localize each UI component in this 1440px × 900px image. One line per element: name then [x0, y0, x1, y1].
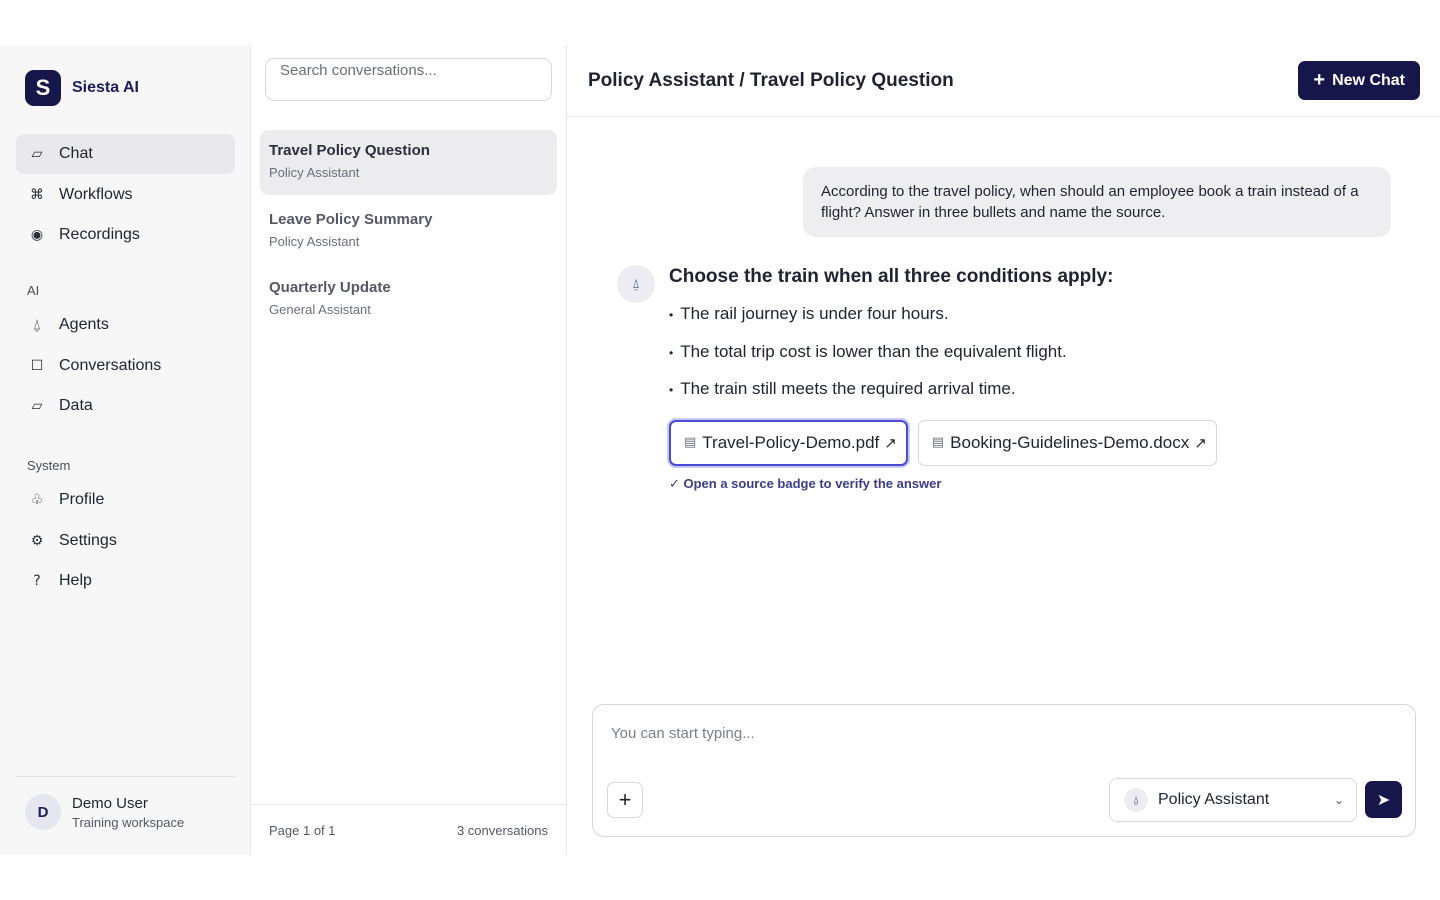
- sidebar-item-chat[interactable]: ▱ Chat: [16, 134, 235, 174]
- sidebar-item-agents[interactable]: ⍙ Agents: [16, 305, 235, 345]
- agent-icon: ⍙: [1124, 788, 1148, 812]
- sidebar-item-label: Workflows: [59, 185, 133, 203]
- sidebar-item-label: Data: [59, 397, 93, 414]
- verify-note: ✓ Open a source badge to verify the answ…: [669, 475, 942, 491]
- user-meta: Demo User Training workspace: [72, 795, 184, 830]
- sidebar-item-label: Conversations: [59, 356, 162, 374]
- workflow-icon: ⌘: [30, 186, 44, 203]
- attach-button[interactable]: +: [607, 782, 643, 818]
- source-badges: ▤ Travel-Policy-Demo.pdf ↗ ▤ Booking-Gui…: [669, 419, 1309, 466]
- data-icon: ▱: [31, 398, 43, 414]
- bullet-text: The total trip cost is lower than the eq…: [680, 341, 1067, 361]
- assistant-avatar-icon: ⍙: [617, 265, 655, 303]
- sidebar-item-label: Profile: [59, 491, 105, 508]
- conversation-agent: General Assistant: [269, 302, 371, 317]
- plus-icon: +: [1313, 69, 1326, 91]
- assistant-heading: Choose the train when all three conditio…: [669, 266, 1114, 287]
- sidebar-item-label: Recordings: [59, 226, 140, 243]
- list-item[interactable]: Travel Policy Question Policy Assistant: [260, 130, 557, 195]
- bullet-text: The rail journey is under four hours.: [680, 304, 949, 323]
- conversation-agent: Policy Assistant: [269, 233, 360, 249]
- section-label-system: System: [27, 458, 71, 473]
- user-workspace: Training workspace: [72, 814, 185, 830]
- new-chat-label: New Chat: [1332, 71, 1405, 89]
- help-icon: ?: [33, 573, 41, 589]
- sidebar-item-settings[interactable]: ⚙ Settings: [16, 521, 235, 561]
- sidebar-item-workflows[interactable]: ⌘ Workflows: [16, 175, 235, 215]
- source-name: Booking-Guidelines-Demo.docx: [950, 432, 1190, 452]
- source-name: Travel-Policy-Demo.pdf: [702, 432, 880, 452]
- bullet-icon: •: [669, 308, 674, 322]
- user-name: Demo User: [72, 794, 148, 812]
- app-window: S Siesta AI ▱ Chat ⌘ Workflows ◉ Recordi…: [0, 45, 1440, 855]
- sidebar-item-label: Chat: [59, 145, 93, 162]
- assistant-message: Choose the train when all three conditio…: [669, 266, 1309, 492]
- sidebar-item-label: Help: [59, 572, 92, 589]
- gear-icon: ⚙: [30, 532, 44, 549]
- nav-main: ▱ Chat ⌘ Workflows ◉ Recordings: [16, 134, 235, 256]
- brand-logo: S: [25, 70, 61, 106]
- page-title: Policy Assistant / Travel Policy Questio…: [588, 69, 954, 91]
- conversation-title: Quarterly Update: [269, 279, 391, 296]
- source-badge[interactable]: ▤ Booking-Guidelines-Demo.docx ↗: [917, 419, 1217, 466]
- bullet-icon: •: [669, 345, 674, 360]
- list-item[interactable]: Leave Policy Summary Policy Assistant: [260, 199, 557, 264]
- pagination-footer: Page 1 of 1 3 conversations: [251, 804, 566, 855]
- send-button[interactable]: ➤: [1365, 781, 1402, 818]
- chat-icon: ▱: [31, 146, 43, 162]
- conversation-count: 3 conversations: [456, 822, 548, 838]
- nav-ai: AI ⍙ Agents ☐ Conversations ▱ Data: [16, 283, 235, 427]
- page-indicator: Page 1 of 1: [269, 822, 336, 838]
- document-icon: ▤: [931, 435, 945, 450]
- sidebar-item-label: Agents: [59, 316, 109, 333]
- sidebar-divider: [16, 776, 235, 777]
- conversation-agent: Policy Assistant: [269, 165, 360, 180]
- external-link-icon: ↗: [884, 433, 897, 452]
- bullet-item: • The train still meets the required arri…: [669, 379, 1309, 417]
- chat-header: Policy Assistant / Travel Policy Questio…: [567, 45, 1440, 117]
- composer: + ⍙ Policy Assistant ⌄ ➤: [592, 704, 1416, 837]
- conversation-icon: ☐: [30, 357, 44, 374]
- message-input[interactable]: [611, 725, 1391, 742]
- profile-icon: ♧: [30, 492, 44, 508]
- nav-system: System ♧ Profile ⚙ Settings ? Help: [16, 458, 235, 602]
- search-input[interactable]: [265, 58, 552, 101]
- source-badge[interactable]: ▤ Travel-Policy-Demo.pdf ↗: [669, 419, 908, 466]
- sidebar-item-conversations[interactable]: ☐ Conversations: [16, 346, 235, 386]
- new-chat-button[interactable]: + New Chat: [1298, 61, 1420, 100]
- conversation-panel: Travel Policy Question Policy Assistant …: [251, 45, 567, 855]
- avatar: D: [25, 794, 61, 830]
- conversation-title: Travel Policy Question: [269, 142, 430, 159]
- external-link-icon: ↗: [1194, 433, 1207, 452]
- chat-main: Policy Assistant / Travel Policy Questio…: [567, 45, 1440, 855]
- user-message-bubble: According to the travel policy, when sho…: [803, 167, 1391, 237]
- conversation-title: Leave Policy Summary: [269, 210, 433, 228]
- sidebar: S Siesta AI ▱ Chat ⌘ Workflows ◉ Recordi…: [0, 45, 251, 855]
- brand-name: Siesta AI: [72, 79, 139, 96]
- conversation-list: Travel Policy Question Policy Assistant …: [260, 130, 557, 336]
- sidebar-item-label: Settings: [59, 531, 117, 549]
- brand[interactable]: S Siesta AI: [25, 70, 139, 106]
- bullet-item: • The rail journey is under four hours.: [669, 304, 1309, 342]
- assistant-bullets: • The rail journey is under four hours. •…: [669, 304, 1309, 417]
- sidebar-item-help[interactable]: ? Help: [16, 561, 235, 601]
- agent-select[interactable]: ⍙ Policy Assistant ⌄: [1109, 778, 1357, 822]
- list-item[interactable]: Quarterly Update General Assistant: [260, 267, 557, 332]
- agent-icon: ⍙: [32, 317, 42, 333]
- record-icon: ◉: [30, 227, 44, 243]
- bullet-text: The train still meets the required arriv…: [680, 379, 1016, 398]
- sidebar-item-recordings[interactable]: ◉ Recordings: [16, 215, 235, 255]
- agent-select-label: Policy Assistant: [1158, 791, 1270, 808]
- section-label-ai: AI: [27, 283, 40, 298]
- bullet-item: • The total trip cost is lower than the e…: [669, 342, 1309, 380]
- chevron-down-icon: ⌄: [1333, 793, 1344, 807]
- user-profile[interactable]: D Demo User Training workspace: [25, 794, 184, 830]
- sidebar-item-data[interactable]: ▱ Data: [16, 386, 235, 426]
- document-icon: ▤: [684, 435, 697, 450]
- bullet-icon: •: [669, 383, 674, 397]
- sidebar-item-profile[interactable]: ♧ Profile: [16, 480, 235, 520]
